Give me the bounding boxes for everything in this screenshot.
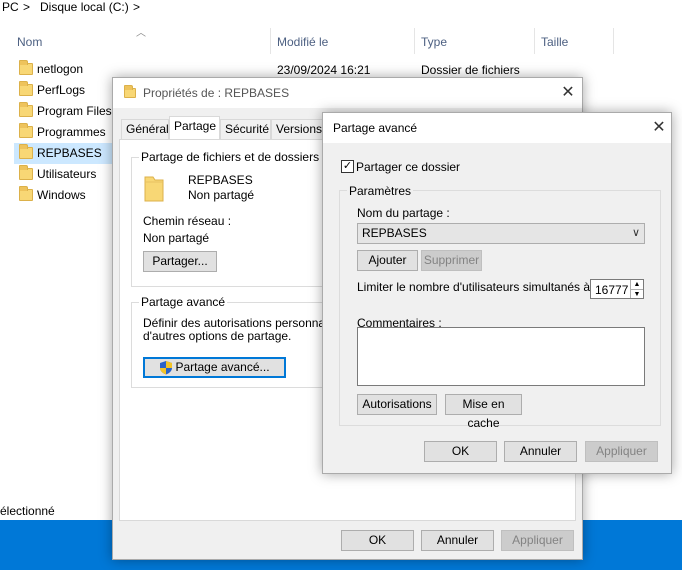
- folder-icon: [19, 60, 33, 75]
- spin-down-icon[interactable]: ▼: [630, 289, 643, 298]
- share-name-combobox[interactable]: REPBASES ∨: [357, 223, 645, 244]
- properties-ok-button[interactable]: OK: [341, 530, 414, 551]
- breadcrumb-drive[interactable]: Disque local (C:): [40, 0, 129, 14]
- advanced-sharing-button-label: Partage avancé...: [175, 360, 270, 374]
- file-name: Programmes: [37, 125, 106, 139]
- file-item-windows[interactable]: Windows: [14, 185, 114, 206]
- parameters-group-title: Paramètres: [347, 184, 414, 198]
- column-header-name[interactable]: Nom: [17, 28, 42, 56]
- advanced-ok-button[interactable]: OK: [424, 441, 497, 462]
- file-item-perflogs[interactable]: PerfLogs: [14, 80, 114, 101]
- user-limit-spinner[interactable]: 16777 ▲ ▼: [590, 279, 644, 299]
- folder-large-icon: [143, 173, 165, 203]
- caching-button[interactable]: Mise en cache: [445, 394, 522, 430]
- share-name-value: REPBASES: [362, 226, 427, 240]
- folder-icon: [19, 81, 33, 96]
- properties-apply-button[interactable]: Appliquer: [501, 530, 574, 551]
- close-icon[interactable]: ✕: [647, 116, 671, 140]
- tab-versions[interactable]: Versions p: [271, 119, 327, 139]
- file-name: Utilisateurs: [37, 167, 97, 181]
- tab-sharing[interactable]: Partage: [169, 116, 220, 139]
- file-item-program-files[interactable]: Program Files: [14, 101, 114, 122]
- folder-icon: [19, 123, 33, 138]
- advanced-group-title: Partage avancé: [139, 295, 228, 309]
- network-path-label: Chemin réseau :: [143, 214, 232, 228]
- share-folder-label[interactable]: Partager ce dossier: [356, 160, 460, 174]
- advanced-title: Partage avancé: [333, 121, 418, 135]
- breadcrumb: PC > Disque local (C:) >: [0, 0, 682, 16]
- user-limit-label: Limiter le nombre d'utilisateurs simulta…: [357, 280, 597, 294]
- file-item-repbases[interactable]: REPBASES: [14, 143, 114, 164]
- file-type: Dossier de fichiers: [421, 63, 520, 77]
- file-name: PerfLogs: [37, 83, 86, 97]
- folder-icon: [19, 186, 33, 201]
- advanced-cancel-button[interactable]: Annuler: [504, 441, 577, 462]
- column-divider[interactable]: [270, 28, 271, 54]
- file-name: Windows: [37, 188, 86, 202]
- breadcrumb-separator[interactable]: >: [23, 0, 30, 14]
- folder-icon: [19, 102, 33, 117]
- share-name-label: Nom du partage :: [357, 206, 450, 220]
- file-name: netlogon: [37, 62, 84, 76]
- file-name: Program Files: [37, 104, 112, 118]
- share-folder-checkbox[interactable]: ✓: [341, 160, 354, 173]
- column-header-modified[interactable]: Modifié le: [277, 28, 328, 56]
- chevron-down-icon[interactable]: ∨: [632, 224, 640, 243]
- folder-name: REPBASES: [188, 173, 253, 187]
- network-path-value: Non partagé: [143, 231, 210, 245]
- share-button[interactable]: Partager...: [143, 251, 217, 272]
- column-header-type[interactable]: Type: [421, 28, 447, 56]
- tab-general[interactable]: Général: [121, 119, 169, 139]
- tab-security[interactable]: Sécurité: [220, 119, 271, 139]
- column-divider[interactable]: [414, 28, 415, 54]
- breadcrumb-pc[interactable]: PC: [2, 0, 19, 14]
- folder-icon: [19, 144, 33, 159]
- advanced-description-line2: d'autres options de partage.: [143, 329, 292, 343]
- advanced-sharing-button[interactable]: Partage avancé...: [143, 357, 286, 378]
- column-divider[interactable]: [613, 28, 614, 54]
- sharing-group-title: Partage de fichiers et de dossiers en ré: [139, 150, 352, 164]
- sort-ascending-icon: ︿: [136, 28, 146, 39]
- uac-shield-icon: [160, 361, 173, 375]
- spin-up-icon[interactable]: ▲: [630, 280, 643, 289]
- column-header-size[interactable]: Taille: [541, 28, 568, 56]
- folder-share-state: Non partagé: [188, 188, 255, 202]
- user-limit-value[interactable]: 16777: [595, 283, 628, 297]
- add-share-button[interactable]: Ajouter: [357, 250, 418, 271]
- advanced-titlebar[interactable]: Partage avancé ✕: [323, 113, 671, 143]
- remove-share-button[interactable]: Supprimer: [421, 250, 482, 271]
- properties-title: Propriétés de : REPBASES: [143, 86, 290, 100]
- permissions-button[interactable]: Autorisations: [357, 394, 437, 415]
- breadcrumb-separator[interactable]: >: [133, 0, 140, 14]
- folder-icon: [19, 165, 33, 180]
- file-item-utilisateurs[interactable]: Utilisateurs: [14, 164, 114, 185]
- column-divider[interactable]: [534, 28, 535, 54]
- advanced-sharing-dialog: Partage avancé ✕ ✓ Partager ce dossier P…: [322, 112, 672, 474]
- file-name: REPBASES: [37, 146, 102, 160]
- folder-icon: [124, 85, 136, 98]
- file-item-programmes[interactable]: Programmes: [14, 122, 114, 143]
- file-item-netlogon[interactable]: netlogon: [14, 59, 114, 80]
- properties-titlebar[interactable]: Propriétés de : REPBASES ✕: [113, 78, 582, 108]
- status-bar-text: électionné: [0, 504, 55, 518]
- advanced-description-line1: Définir des autorisations personnalisée: [143, 316, 350, 330]
- properties-cancel-button[interactable]: Annuler: [421, 530, 494, 551]
- comments-textarea[interactable]: [357, 327, 645, 386]
- file-modified-date: 23/09/2024 16:21: [277, 63, 371, 77]
- advanced-apply-button[interactable]: Appliquer: [585, 441, 658, 462]
- close-icon[interactable]: ✕: [556, 81, 580, 105]
